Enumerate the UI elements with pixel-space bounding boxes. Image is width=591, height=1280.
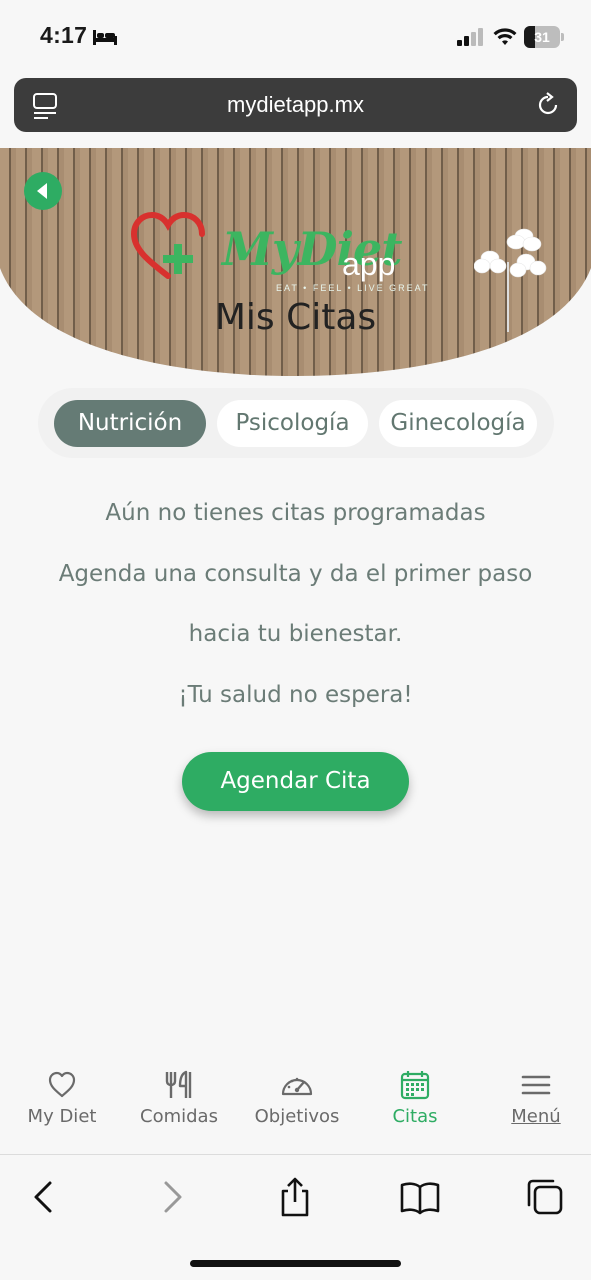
url-text[interactable]: mydietapp.mx [14,78,577,132]
status-bar: 4:17 31 [0,0,591,74]
back-button[interactable] [24,172,62,210]
sleep-focus-icon [93,30,117,45]
tabs-icon[interactable] [523,1175,567,1219]
forward-arrow-icon[interactable] [150,1175,194,1219]
heart-plus-logo-icon [130,212,205,279]
battery-indicator: 31 [524,26,564,48]
tab-ginecologia[interactable]: Ginecología [379,400,537,447]
nav-menu[interactable]: Menú [477,1070,591,1140]
bookmarks-icon[interactable] [398,1175,442,1219]
empty-state-text-line2: hacia tu bienestar. [188,621,403,647]
logo-app-suffix: app [342,246,396,282]
nav-label-menu: Menú [511,1106,561,1127]
heart-icon [48,1071,76,1098]
home-indicator [190,1260,401,1267]
reload-icon[interactable] [535,92,561,118]
nav-comidas[interactable]: Comidas [120,1070,238,1140]
hamburger-icon [521,1075,551,1095]
fork-knife-icon [165,1070,192,1098]
tab-psicologia[interactable]: Psicología [217,400,368,447]
page-title: Mis Citas [214,297,377,338]
play-left-icon [37,183,47,199]
tab-nutricion[interactable]: Nutrición [54,400,206,447]
specialty-tabs: Nutrición Psicología Ginecología [38,388,554,458]
address-bar[interactable]: mydietapp.mx [14,78,577,132]
nav-my-diet[interactable]: My Diet [3,1070,121,1140]
empty-state-tagline: ¡Tu salud no espera! [178,682,413,708]
nav-label-citas: Citas [392,1106,438,1127]
back-arrow-icon[interactable] [22,1175,66,1219]
battery-level: 31 [534,29,550,45]
nav-label-my-diet: My Diet [27,1106,97,1127]
bottom-nav: My Diet Comidas Objetivos Citas Menú [0,1058,591,1154]
nav-citas[interactable]: Citas [356,1070,474,1140]
nav-objetivos[interactable]: Objetivos [238,1070,356,1140]
status-time: 4:17 [40,22,88,48]
share-icon[interactable] [273,1175,317,1219]
wifi-icon [493,28,517,45]
nav-label-objetivos: Objetivos [254,1106,340,1127]
nav-label-comidas: Comidas [140,1106,218,1127]
empty-state-heading: Aún no tienes citas programadas [105,500,486,526]
logo-tagline: EAT • FEEL • LIVE GREAT [276,283,430,293]
calendar-icon [400,1071,430,1100]
gauge-icon [281,1077,313,1096]
cellular-signal-icon [457,28,483,46]
empty-state-text-line1: Agenda una consulta y da el primer paso [58,561,533,587]
schedule-appointment-button[interactable]: Agendar Cita [182,752,409,811]
